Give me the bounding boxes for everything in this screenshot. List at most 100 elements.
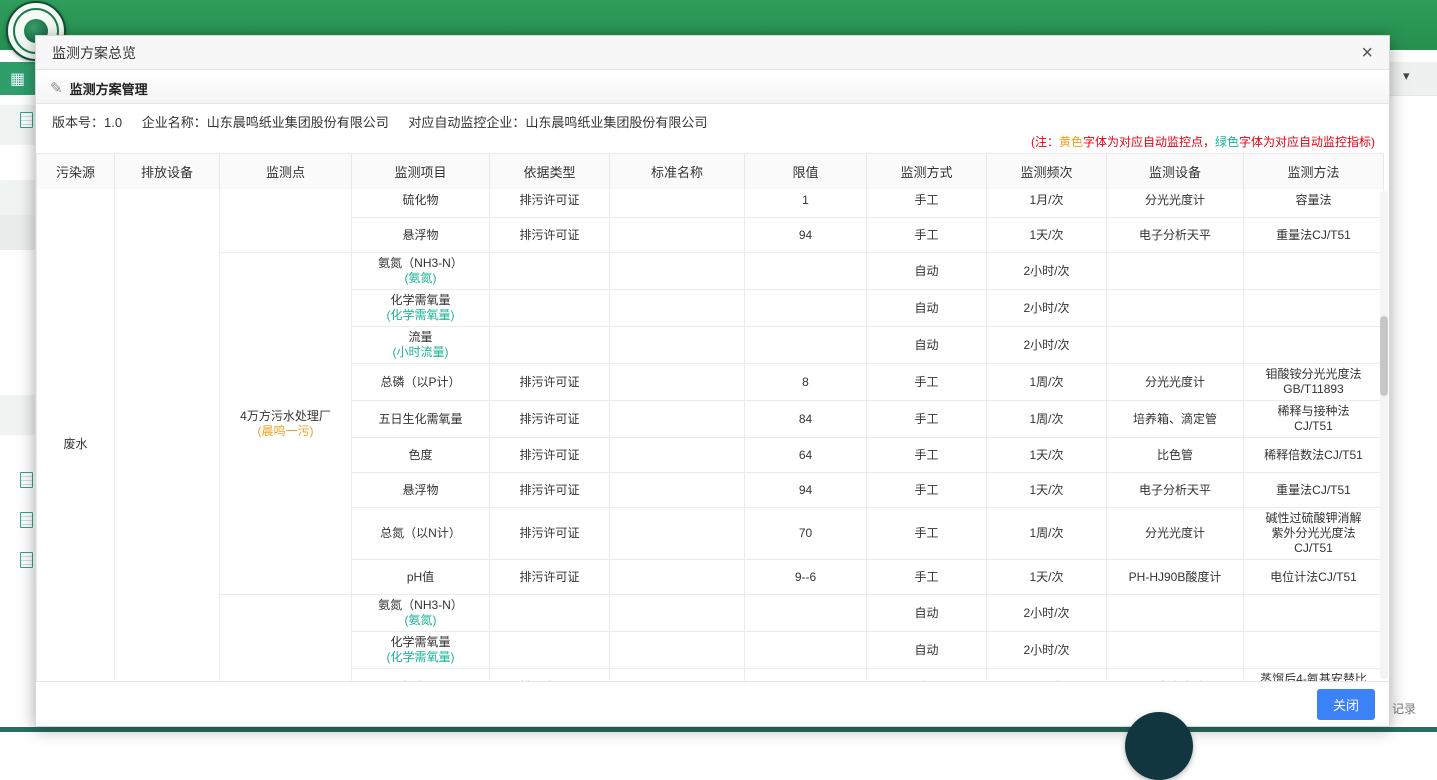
table-row: 氨氮（NH3-N）(氨氮)自动2小时/次 [37,595,1384,632]
monitor-mode-cell: 手工 [867,401,987,438]
section-title: 监测方案管理 [70,79,148,98]
monitor-equipment-cell: 培养箱、滴定管 [1107,401,1244,438]
monitor-item-cell: pH值 [352,560,490,595]
monitor-method-cell: 重量法CJ/T51 [1244,218,1384,253]
limit-cell [745,327,867,364]
item-name: 悬浮物 [356,483,485,498]
close-icon[interactable]: × [1361,43,1373,63]
monitor-frequency-cell: 1周/次 [987,364,1107,401]
note-green: 绿色 [1215,135,1239,149]
monitor-method-cell: 容量法 [1244,189,1384,218]
auto-company-info: 对应自动监控企业：山东晨鸣纸业集团股份有限公司 [408,115,707,130]
company-info: 企业名称：山东晨鸣纸业集团股份有限公司 [142,115,389,130]
close-button[interactable]: 关闭 [1317,689,1375,720]
column-header-3: 监测项目 [352,154,490,190]
item-name: 总磷（以P计） [356,375,485,390]
monitor-mode-cell: 自动 [867,253,987,290]
limit-cell [745,632,867,669]
monitor-equipment-cell [1107,327,1244,364]
monitor-equipment-cell: 分光光度计 [1107,508,1244,560]
limit-cell: 94 [745,218,867,253]
monitor-method-cell: 重量法CJ/T51 [1244,473,1384,508]
monitor-mode-cell: 手工 [867,364,987,401]
monitor-mode-cell: 手工 [867,508,987,560]
monitor-method-cell: 蒸馏后4-氨基安替比 林分光光度法 [1244,669,1384,682]
monitor-mode-cell: 手工 [867,669,987,682]
modal-title: 监测方案总览 [52,43,136,63]
monitor-equipment-cell [1107,290,1244,327]
color-legend-note: (注：黄色字体为对应自动监控点，绿色字体为对应自动监控指标) [1031,133,1375,150]
auto-company-label: 对应自动监控企业： [408,115,525,130]
column-header-10: 监测方法 [1244,154,1384,190]
monitor-frequency-cell: 1天/次 [987,560,1107,595]
item-auto-indicator: (化学需氧量) [356,650,485,665]
standard-name-cell [610,189,745,218]
note-part1: (注： [1031,135,1059,149]
monitor-item-cell: 挥发酚 [352,669,490,682]
item-name: 总氮（以N计） [356,526,485,541]
monitor-point-name: 4万方污水处理厂 [224,409,347,424]
monitor-mode-cell: 自动 [867,632,987,669]
monitor-item-cell: 总磷（以P计） [352,364,490,401]
monitor-frequency-cell: 2小时/次 [987,290,1107,327]
monitor-frequency-cell: 2小时/次 [987,327,1107,364]
active-nav-tab[interactable]: ▦ [0,62,35,95]
table-header-row: 污染源排放设备监测点监测项目依据类型标准名称限值监测方式监测频次监测设备监测方法 [37,154,1384,190]
monitoring-plan-modal: 监测方案总览 × ✎ 监测方案管理 版本号：1.0 企业名称：山东晨鸣纸业集团股… [35,35,1390,727]
monitor-point-alias: (晨鸣一污) [224,424,347,439]
basis-type-cell: 排污许可证 [490,401,610,438]
column-header-7: 监测方式 [867,154,987,190]
standard-name-cell [610,327,745,364]
monitor-frequency-cell: 1天/次 [987,218,1107,253]
basis-type-cell: 排污许可证 [490,189,610,218]
monitor-mode-cell: 手工 [867,438,987,473]
record-label: 记录 [1392,700,1416,717]
scrollbar-thumb[interactable] [1380,316,1388,396]
table-row: 废水硫化物排污许可证1手工1月/次分光光度计容量法 [37,189,1384,218]
standard-name-cell [610,290,745,327]
vertical-scrollbar[interactable] [1380,191,1388,679]
monitoring-table: 污染源排放设备监测点监测项目依据类型标准名称限值监测方式监测频次监测设备监测方法… [36,153,1389,681]
basis-type-cell [490,632,610,669]
column-header-2: 监测点 [220,154,352,190]
monitor-frequency-cell: 1周/次 [987,508,1107,560]
monitor-item-cell: 悬浮物 [352,218,490,253]
monitor-method-cell: 钼酸铵分光光度法 GB/T11893 [1244,364,1384,401]
standard-name-cell [610,595,745,632]
monitor-equipment-cell: 分光光度计 [1107,669,1244,682]
monitor-equipment-cell [1107,595,1244,632]
standard-name-cell [610,632,745,669]
standard-name-cell [610,560,745,595]
monitor-frequency-cell: 2小时/次 [987,595,1107,632]
plan-info-line: 版本号：1.0 企业名称：山东晨鸣纸业集团股份有限公司 对应自动监控企业：山东晨… [52,112,1373,131]
monitor-item-cell: 氨氮（NH3-N）(氨氮) [352,253,490,290]
version-info: 版本号：1.0 [52,115,122,130]
limit-cell [745,290,867,327]
standard-name-cell [610,218,745,253]
standard-name-cell [610,364,745,401]
monitor-mode-cell: 手工 [867,560,987,595]
limit-cell: 64 [745,438,867,473]
monitoring-table-header: 污染源排放设备监测点监测项目依据类型标准名称限值监测方式监测频次监测设备监测方法 [36,153,1384,190]
limit-cell: 70 [745,508,867,560]
dropdown-caret-icon[interactable]: ▾ [1403,68,1410,84]
basis-type-cell [490,327,610,364]
limit-cell: 94 [745,473,867,508]
version-label: 版本号： [52,115,104,130]
item-name: 悬浮物 [356,228,485,243]
basis-type-cell: 排污许可证 [490,669,610,682]
column-header-5: 标准名称 [610,154,745,190]
item-name: 五日生化需氧量 [356,412,485,427]
item-name: 色度 [356,448,485,463]
monitor-equipment-cell [1107,253,1244,290]
bottom-bar [0,727,1437,732]
floating-button[interactable] [1125,712,1193,780]
basis-type-cell: 排污许可证 [490,508,610,560]
limit-cell: 84 [745,401,867,438]
standard-name-cell [610,253,745,290]
monitor-equipment-cell [1107,632,1244,669]
table-body-viewport: 废水硫化物排污许可证1手工1月/次分光光度计容量法悬浮物排污许可证94手工1天/… [36,189,1383,681]
background-row [0,395,35,435]
table-row: 4万方污水处理厂(晨鸣一污)氨氮（NH3-N）(氨氮)自动2小时/次 [37,253,1384,290]
monitor-item-cell: 硫化物 [352,189,490,218]
